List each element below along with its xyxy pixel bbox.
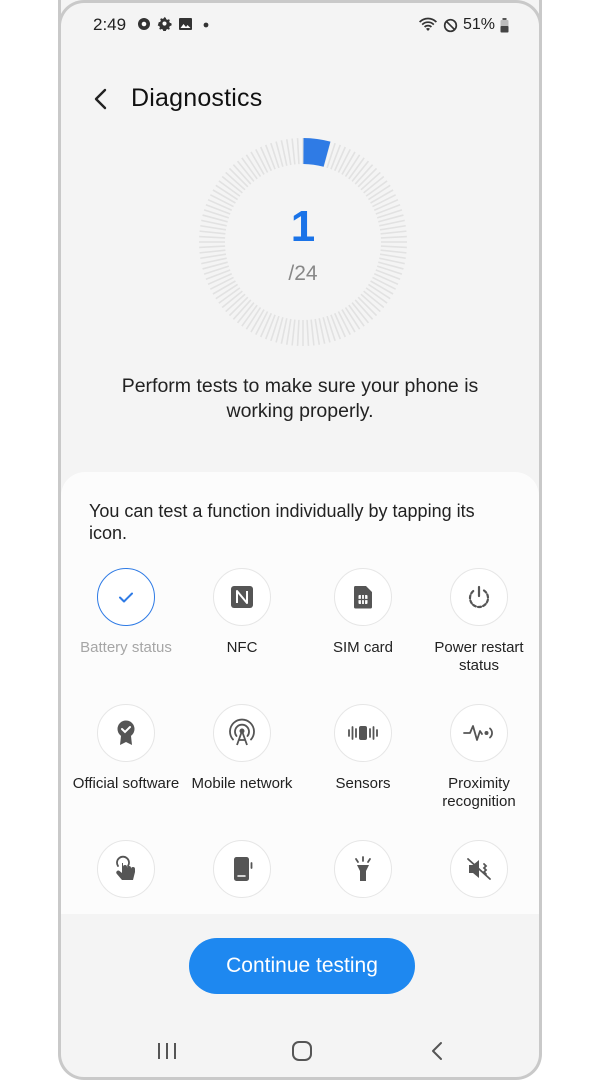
test-label: Power restart status [434,639,524,674]
progress-tick [200,253,227,260]
check-icon [119,592,133,603]
progress-tick [259,312,273,338]
progress-tick [259,146,273,172]
official-software-icon [117,720,135,745]
test-proximity-recognition[interactable]: Proximity recognition [419,704,539,811]
progress-tick [314,318,321,345]
progress-tick [285,318,292,345]
flashlight-icon [355,856,371,881]
progress-tick [296,319,300,346]
continue-testing-button[interactable]: Continue testing [189,938,415,994]
mobile-network-icon [229,718,255,746]
progress-tick [264,144,276,170]
test-label: NFC [226,639,258,656]
progress-fill [303,138,331,167]
phone-frame: 2:49 51% Diagnostics 1 /24 Perform tests… [58,0,542,1080]
progress-total: /24 [288,262,318,285]
progress-tick [330,144,342,170]
phone-frame-top [58,0,542,30]
progress-count: 1 [290,202,316,251]
progress-tick [291,319,296,346]
proximity-icon [463,725,493,741]
test-official-software[interactable]: Official software [66,704,186,793]
power-restart-icon [468,585,490,609]
test-battery-status[interactable]: Battery status [66,568,186,657]
back-button[interactable] [86,84,116,114]
tests-panel: You can test a function individually by … [61,472,539,914]
progress-tick [333,146,347,172]
progress-tick [285,139,292,166]
test-touch[interactable] [66,840,186,898]
progress-tick [291,138,296,165]
progress-tick [379,253,406,260]
phone-icon [234,857,253,881]
description-text: Perform tests to make sure your phone is… [121,375,479,422]
test-label: Official software [72,775,180,792]
progress-tick [310,319,315,346]
chevron-left-icon [94,88,107,110]
test-label: Sensors [335,775,391,792]
test-label: SIM card [332,639,393,656]
test-flashlight[interactable] [303,840,423,898]
recent-apps-icon [158,1043,176,1059]
panel-instruction: You can test a function individually by … [89,501,475,543]
test-phone[interactable] [182,840,302,898]
test-power-restart[interactable]: Power restart status [419,568,539,675]
progress-tick [296,138,300,165]
sensors-icon [348,726,378,740]
home-icon [292,1041,312,1061]
progress-ring: 1 /24 [197,136,409,348]
nav-back-icon [432,1042,442,1060]
navigation-bar [61,1030,539,1070]
test-sim-card[interactable]: SIM card [303,568,423,657]
test-label: Mobile network [191,775,293,792]
progress-tick [264,314,276,340]
home-button[interactable] [282,1036,322,1066]
progress-tick [333,312,347,338]
touch-icon [116,855,135,880]
test-nfc[interactable]: NFC [182,568,302,657]
progress-tick [306,319,310,346]
test-speaker[interactable] [419,840,539,898]
test-mobile-network[interactable]: Mobile network [182,704,302,793]
progress-tick [330,314,342,340]
page-title: Diagnostics [131,84,263,112]
speaker-mute-icon [467,858,491,880]
recent-apps-button[interactable] [147,1036,187,1066]
test-label: Battery status [80,639,172,656]
test-sensors[interactable]: Sensors [303,704,423,793]
sim-card-icon [353,586,372,609]
nfc-icon [231,586,253,608]
nav-back-button[interactable] [417,1036,457,1066]
test-label: Proximity recognition [442,775,516,810]
